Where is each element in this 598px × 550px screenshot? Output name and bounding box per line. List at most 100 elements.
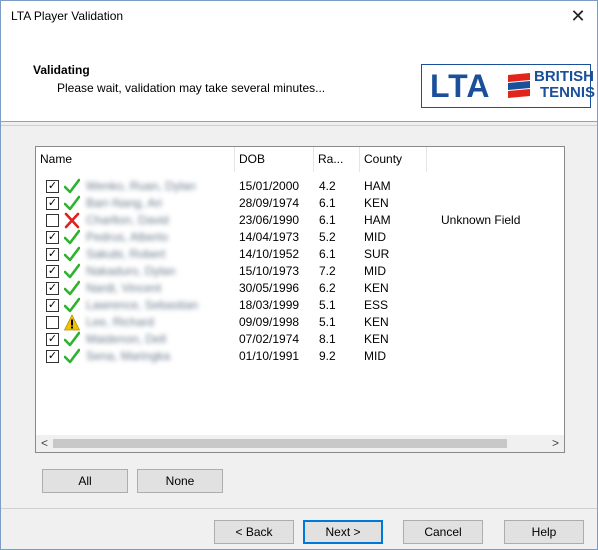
row-checkbox[interactable]: ✓: [46, 197, 59, 210]
lta-logo: LTA BRITISH TENNIS: [421, 64, 595, 108]
player-county: SUR: [364, 247, 390, 261]
row-checkbox[interactable]: [46, 214, 59, 227]
check-icon: [63, 229, 81, 246]
player-rating: 7.2: [319, 264, 336, 278]
divider: [1, 125, 597, 126]
column-header-county[interactable]: County: [360, 147, 427, 172]
row-checkbox[interactable]: ✓: [46, 180, 59, 193]
table-row[interactable]: ✓ Nardi, Vincent 30/05/1996 6.2 KEN: [36, 280, 564, 297]
help-button[interactable]: Help: [504, 520, 584, 544]
row-checkbox[interactable]: ✓: [46, 299, 59, 312]
player-rating: 4.2: [319, 179, 336, 193]
player-dob: 01/10/1991: [239, 349, 300, 363]
player-county: KEN: [364, 281, 389, 295]
logo-lta-text: LTA: [430, 68, 491, 104]
player-county: KEN: [364, 315, 389, 329]
table-row[interactable]: ✓ Wenko, Ruan, Dylan 15/01/2000 4.2 HAM: [36, 178, 564, 195]
select-none-button[interactable]: None: [137, 469, 223, 493]
player-dob: 14/10/1952: [239, 247, 300, 261]
player-rating: 6.1: [319, 196, 336, 210]
window-title: LTA Player Validation: [11, 9, 124, 23]
row-checkbox[interactable]: ✓: [46, 282, 59, 295]
warning-icon: [63, 314, 81, 331]
player-dob: 15/01/2000: [239, 179, 300, 193]
select-all-button[interactable]: All: [42, 469, 128, 493]
player-name: Nakaduro, Dylan: [86, 264, 176, 278]
player-dob: 14/04/1973: [239, 230, 300, 244]
player-rating: 6.1: [319, 247, 336, 261]
player-county: KEN: [364, 196, 389, 210]
player-dob: 09/09/1998: [239, 315, 300, 329]
check-icon: [63, 331, 81, 348]
player-dob: 15/10/1973: [239, 264, 300, 278]
player-name: Sena, Maringka: [86, 349, 171, 363]
column-header-rating[interactable]: Ra...: [314, 147, 360, 172]
column-header-dob[interactable]: DOB: [235, 147, 314, 172]
table-row[interactable]: Lee, Richard 09/09/1998 5.1 KEN: [36, 314, 564, 331]
player-rating: 9.2: [319, 349, 336, 363]
player-rating: 5.1: [319, 315, 336, 329]
table-row[interactable]: ✓ Pedrus, Alberto 14/04/1973 5.2 MID: [36, 229, 564, 246]
player-name: Barr-Nang, Ari: [86, 196, 163, 210]
player-county: ESS: [364, 298, 389, 312]
player-county: MID: [364, 230, 386, 244]
logo-line-2: TENNIS: [540, 84, 596, 101]
logo-flag-icon: [508, 73, 530, 99]
player-list[interactable]: Name DOB Ra... County ✓ Wenko, Ruan, Dyla…: [35, 146, 565, 453]
check-icon: [63, 263, 81, 280]
check-icon: [63, 280, 81, 297]
player-rating: 6.1: [319, 213, 336, 227]
player-name: Wenko, Ruan, Dylan: [86, 179, 196, 193]
player-rating: 5.2: [319, 230, 336, 244]
row-checkbox[interactable]: ✓: [46, 265, 59, 278]
player-dob: 23/06/1990: [239, 213, 300, 227]
scrollbar-thumb[interactable]: [53, 439, 507, 448]
next-button[interactable]: Next >: [303, 520, 383, 544]
check-icon: [63, 178, 81, 195]
row-checkbox[interactable]: ✓: [46, 333, 59, 346]
player-name: Lee, Richard: [86, 315, 155, 329]
player-name: Sakubi, Robert: [86, 247, 166, 261]
scroll-right-arrow-icon[interactable]: >: [547, 435, 564, 452]
row-checkbox[interactable]: ✓: [46, 248, 59, 261]
table-row[interactable]: ✓ Nakaduro, Dylan 15/10/1973 7.2 MID: [36, 263, 564, 280]
check-icon: [63, 297, 81, 314]
close-button[interactable]: ✕: [567, 5, 589, 27]
table-row[interactable]: ✓ Sena, Maringka 01/10/1991 9.2 MID: [36, 348, 564, 365]
dialog-window: LTA Player Validation ✕ Validating Pleas…: [0, 0, 598, 550]
player-rating: 6.2: [319, 281, 336, 295]
validation-note: Unknown Field: [441, 213, 521, 227]
back-button[interactable]: < Back: [214, 520, 294, 544]
table-row[interactable]: Charlton, David 23/06/1990 6.1 HAM Unknown F…: [36, 212, 564, 229]
table-row[interactable]: ✓ Barr-Nang, Ari 28/09/1974 6.1 KEN: [36, 195, 564, 212]
check-icon: [63, 246, 81, 263]
title-bar: LTA Player Validation ✕: [1, 1, 597, 32]
player-dob: 18/03/1999: [239, 298, 300, 312]
table-row[interactable]: ✓ Lawrence, Sebastian 18/03/1999 5.1 ESS: [36, 297, 564, 314]
row-checkbox[interactable]: ✓: [46, 350, 59, 363]
cross-icon: [64, 212, 80, 229]
page-title: Validating: [33, 63, 90, 77]
cancel-button[interactable]: Cancel: [403, 520, 483, 544]
page-subtitle: Please wait, validation may take several…: [57, 81, 326, 95]
player-name: Lawrence, Sebastian: [86, 298, 199, 312]
scroll-left-arrow-icon[interactable]: <: [36, 435, 53, 452]
row-checkbox[interactable]: ✓: [46, 231, 59, 244]
horizontal-scrollbar[interactable]: < >: [36, 435, 564, 452]
logo-line-1: BRITISH: [534, 68, 594, 85]
player-county: HAM: [364, 213, 391, 227]
player-name: Nardi, Vincent: [86, 281, 162, 295]
player-dob: 07/02/1974: [239, 332, 300, 346]
table-row[interactable]: ✓ Sakubi, Robert 14/10/1952 6.1 SUR: [36, 246, 564, 263]
player-name: Pedrus, Alberto: [86, 230, 169, 244]
player-rating: 5.1: [319, 298, 336, 312]
column-header-name[interactable]: Name: [36, 147, 235, 172]
player-county: KEN: [364, 332, 389, 346]
player-dob: 28/09/1974: [239, 196, 300, 210]
row-checkbox[interactable]: [46, 316, 59, 329]
table-row[interactable]: ✓ Maidenon, Dell 07/02/1974 8.1 KEN: [36, 331, 564, 348]
player-name: Charlton, David: [86, 213, 169, 227]
player-county: MID: [364, 349, 386, 363]
player-county: HAM: [364, 179, 391, 193]
check-icon: [63, 348, 81, 365]
